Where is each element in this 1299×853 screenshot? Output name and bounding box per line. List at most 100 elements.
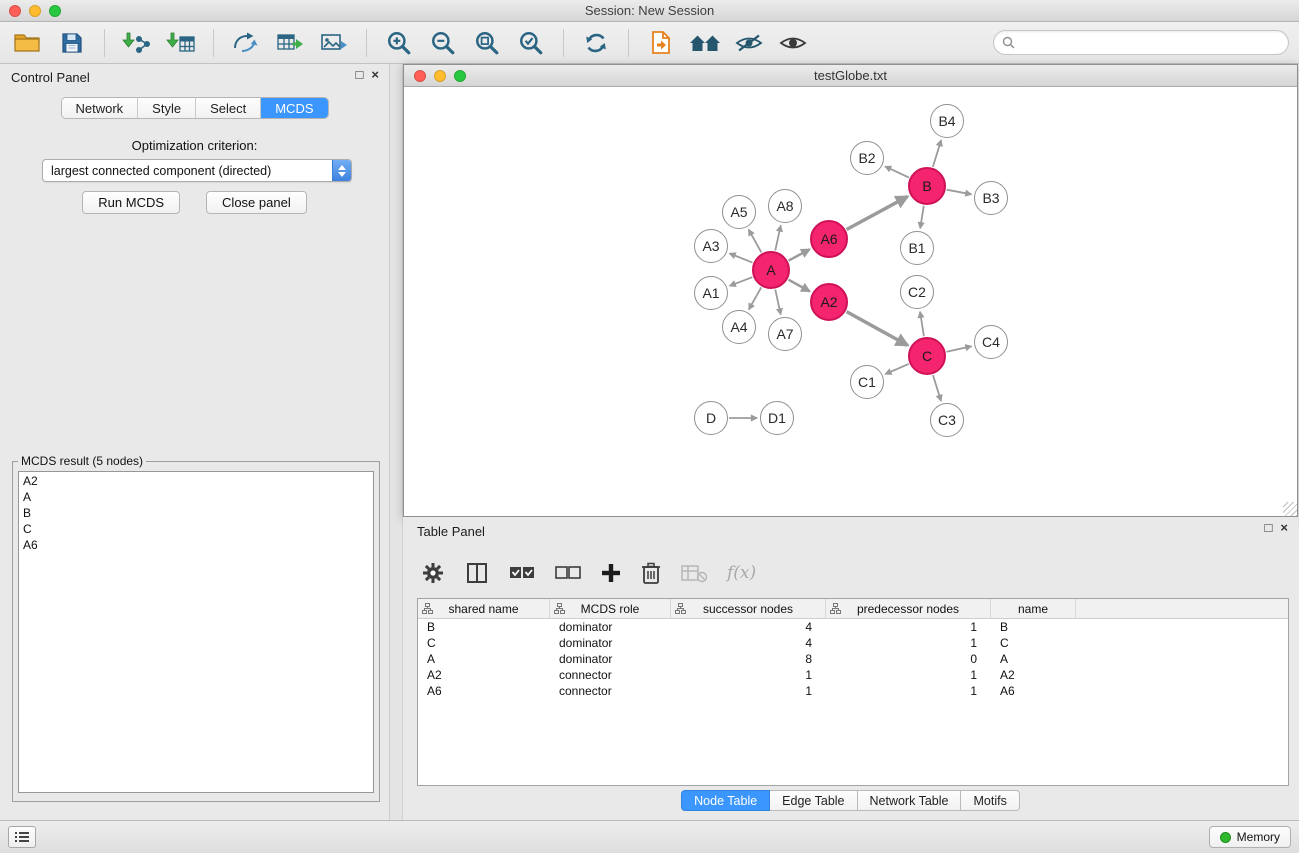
- delete-table-button[interactable]: [681, 563, 707, 583]
- graph-edge-B-B4[interactable]: [933, 140, 941, 167]
- graph-node-A8[interactable]: A8: [768, 189, 802, 223]
- cell-shared-name[interactable]: C: [418, 635, 550, 651]
- cell-predecessor-nodes[interactable]: 1: [826, 635, 991, 651]
- function-builder-button[interactable]: f(x): [727, 563, 756, 583]
- graph-edge-A6-B[interactable]: [847, 196, 908, 229]
- tab-network-table[interactable]: Network Table: [858, 790, 962, 811]
- table-row[interactable]: C dominator 4 1 C: [418, 635, 1288, 651]
- graph-node-A6[interactable]: A6: [810, 220, 848, 258]
- panel-list-button[interactable]: [8, 826, 36, 848]
- minimize-window-button[interactable]: [29, 5, 41, 17]
- float-panel-icon[interactable]: □: [356, 68, 364, 82]
- cell-predecessor-nodes[interactable]: 0: [826, 651, 991, 667]
- graph-node-B1[interactable]: B1: [900, 231, 934, 265]
- minimize-network-button[interactable]: [434, 70, 446, 82]
- add-column-button[interactable]: [601, 563, 621, 583]
- graph-edge-C-C3[interactable]: [933, 375, 941, 401]
- cell-successor-nodes[interactable]: 1: [671, 667, 826, 683]
- graph-node-A5[interactable]: A5: [722, 195, 756, 229]
- table-row[interactable]: B dominator 4 1 B: [418, 619, 1288, 635]
- graph-edge-B-B2[interactable]: [885, 166, 909, 177]
- cell-name[interactable]: C: [991, 635, 1076, 651]
- graph-edge-A-A8[interactable]: [775, 226, 780, 251]
- graph-node-D[interactable]: D: [694, 401, 728, 435]
- cell-shared-name[interactable]: A6: [418, 683, 550, 699]
- mcds-result-item[interactable]: B: [23, 505, 369, 521]
- table-row[interactable]: A6 connector 1 1 A6: [418, 683, 1288, 699]
- close-table-panel-icon[interactable]: ×: [1280, 521, 1288, 535]
- export-table-button[interactable]: [270, 25, 310, 61]
- cell-shared-name[interactable]: A2: [418, 667, 550, 683]
- graph-edge-C-C2[interactable]: [920, 312, 924, 336]
- home-button[interactable]: [685, 25, 725, 61]
- save-session-button[interactable]: [52, 25, 92, 61]
- graph-edge-A-A3[interactable]: [730, 253, 753, 262]
- network-canvas[interactable]: B4B2BB3A5A8A6B1A3AA1C2A2A4A7C4CC1C3DD1: [404, 87, 1297, 516]
- zoom-fit-button[interactable]: [467, 25, 507, 61]
- cell-shared-name[interactable]: B: [418, 619, 550, 635]
- zoom-out-button[interactable]: [423, 25, 463, 61]
- show-details-button[interactable]: [773, 25, 813, 61]
- column-header-successor-nodes[interactable]: successor nodes: [671, 599, 826, 618]
- graph-node-B4[interactable]: B4: [930, 104, 964, 138]
- cell-mcds-role[interactable]: dominator: [550, 635, 671, 651]
- cell-mcds-role[interactable]: connector: [550, 667, 671, 683]
- show-columns-button[interactable]: [465, 561, 489, 585]
- graph-node-C3[interactable]: C3: [930, 403, 964, 437]
- hide-details-button[interactable]: [729, 25, 769, 61]
- column-header-mcds-role[interactable]: MCDS role: [550, 599, 671, 618]
- cell-successor-nodes[interactable]: 4: [671, 619, 826, 635]
- tab-style[interactable]: Style: [138, 98, 196, 118]
- close-network-button[interactable]: [414, 70, 426, 82]
- graph-edge-B-B3[interactable]: [947, 190, 972, 195]
- network-window-titlebar[interactable]: testGlobe.txt: [404, 65, 1297, 87]
- graph-node-B2[interactable]: B2: [850, 141, 884, 175]
- close-panel-button[interactable]: Close panel: [206, 191, 307, 214]
- deselect-all-button[interactable]: [555, 563, 581, 583]
- tab-select[interactable]: Select: [196, 98, 261, 118]
- mcds-result-item[interactable]: A6: [23, 537, 369, 553]
- window-titlebar[interactable]: Session: New Session: [0, 0, 1299, 22]
- cell-successor-nodes[interactable]: 8: [671, 651, 826, 667]
- cell-name[interactable]: A: [991, 651, 1076, 667]
- graph-node-C1[interactable]: C1: [850, 365, 884, 399]
- graph-edge-C-C4[interactable]: [947, 346, 972, 351]
- mcds-result-item[interactable]: C: [23, 521, 369, 537]
- cell-successor-nodes[interactable]: 1: [671, 683, 826, 699]
- cell-predecessor-nodes[interactable]: 1: [826, 683, 991, 699]
- graph-edge-A-A2[interactable]: [789, 280, 810, 292]
- zoom-window-button[interactable]: [49, 5, 61, 17]
- zoom-selected-button[interactable]: [511, 25, 551, 61]
- graph-edge-A-A6[interactable]: [789, 249, 810, 260]
- graph-edge-A-A4[interactable]: [749, 287, 761, 309]
- cell-predecessor-nodes[interactable]: 1: [826, 667, 991, 683]
- graph-edge-C-C1[interactable]: [885, 364, 908, 374]
- close-panel-icon[interactable]: ×: [371, 68, 379, 82]
- graph-node-B[interactable]: B: [908, 167, 946, 205]
- open-file-button[interactable]: [8, 25, 48, 61]
- select-all-button[interactable]: [509, 563, 535, 583]
- graph-node-D1[interactable]: D1: [760, 401, 794, 435]
- graph-edge-B-B1[interactable]: [920, 206, 924, 229]
- graph-node-C4[interactable]: C4: [974, 325, 1008, 359]
- optimization-criterion-select[interactable]: largest connected component (directed): [42, 159, 352, 182]
- table-row[interactable]: A dominator 8 0 A: [418, 651, 1288, 667]
- mcds-result-item[interactable]: A: [23, 489, 369, 505]
- graph-node-C2[interactable]: C2: [900, 275, 934, 309]
- tab-motifs[interactable]: Motifs: [961, 790, 1019, 811]
- zoom-in-button[interactable]: [379, 25, 419, 61]
- cell-mcds-role[interactable]: connector: [550, 683, 671, 699]
- cell-name[interactable]: A6: [991, 683, 1076, 699]
- mcds-result-item[interactable]: A2: [23, 473, 369, 489]
- tab-node-table[interactable]: Node Table: [681, 790, 770, 811]
- cell-predecessor-nodes[interactable]: 1: [826, 619, 991, 635]
- run-mcds-button[interactable]: Run MCDS: [82, 191, 180, 214]
- refresh-button[interactable]: [576, 25, 616, 61]
- tab-mcds[interactable]: MCDS: [261, 98, 327, 118]
- column-header-name[interactable]: name: [991, 599, 1076, 618]
- graph-node-A2[interactable]: A2: [810, 283, 848, 321]
- cell-name[interactable]: B: [991, 619, 1076, 635]
- tab-edge-table[interactable]: Edge Table: [770, 790, 857, 811]
- export-network-button[interactable]: [226, 25, 266, 61]
- window-resize-grip[interactable]: [1283, 502, 1297, 516]
